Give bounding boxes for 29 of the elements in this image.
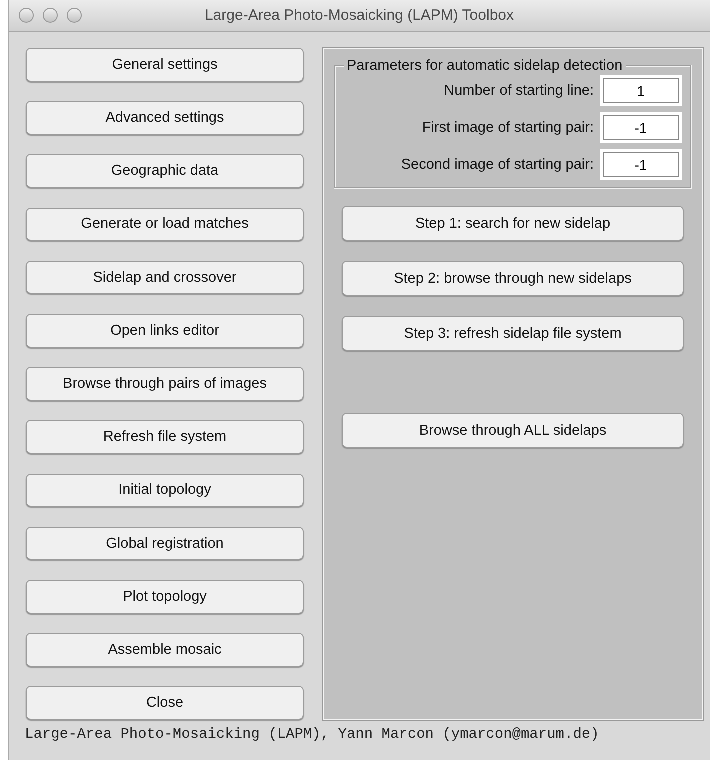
input-field[interactable]: -1: [603, 152, 679, 177]
menu-button[interactable]: Close: [26, 686, 304, 720]
menu-button[interactable]: Advanced settings: [26, 101, 304, 135]
window-control-icon[interactable]: [43, 8, 58, 23]
menu-button[interactable]: Global registration: [26, 526, 304, 560]
menu-button[interactable]: Assemble mosaic: [26, 633, 304, 667]
group-title: Parameters for automatic sidelap detection: [346, 58, 624, 74]
field-label: Second image of starting pair:: [401, 156, 594, 172]
input-field[interactable]: -1: [603, 115, 679, 140]
menu-button[interactable]: Generate or load matches: [26, 208, 304, 242]
field-label: First image of starting pair:: [422, 120, 594, 136]
window-control-icon[interactable]: [67, 8, 82, 23]
status-text: Large-Area Photo-Mosaicking (LAPM), Yann Marcon (ymarcon@marum.de): [24, 726, 600, 743]
menu-button[interactable]: Plot topology: [26, 580, 304, 614]
browse-all-button[interactable]: Browse through ALL sidelaps: [342, 413, 684, 448]
menu-button[interactable]: Geographic data: [26, 154, 304, 188]
menu-button[interactable]: Refresh file system: [26, 420, 304, 454]
input-field[interactable]: 1: [603, 78, 679, 103]
step-button[interactable]: Step 1: search for new sidelap: [342, 206, 684, 241]
step-button[interactable]: Step 2: browse through new sidelaps: [342, 261, 684, 296]
field-label: Number of starting line:: [444, 82, 594, 98]
menu-button[interactable]: Sidelap and crossover: [26, 260, 304, 294]
menu-button[interactable]: Initial topology: [26, 474, 304, 508]
step-button[interactable]: Step 3: refresh sidelap file system: [342, 316, 684, 351]
menu-button[interactable]: Open links editor: [26, 314, 304, 348]
menu-button[interactable]: Browse through pairs of images: [26, 367, 304, 401]
menu-button[interactable]: General settings: [26, 48, 304, 82]
window-title: Large-Area Photo-Mosaicking (LAPM) Toolbox: [204, 7, 514, 24]
window-control-icon[interactable]: [19, 8, 34, 23]
